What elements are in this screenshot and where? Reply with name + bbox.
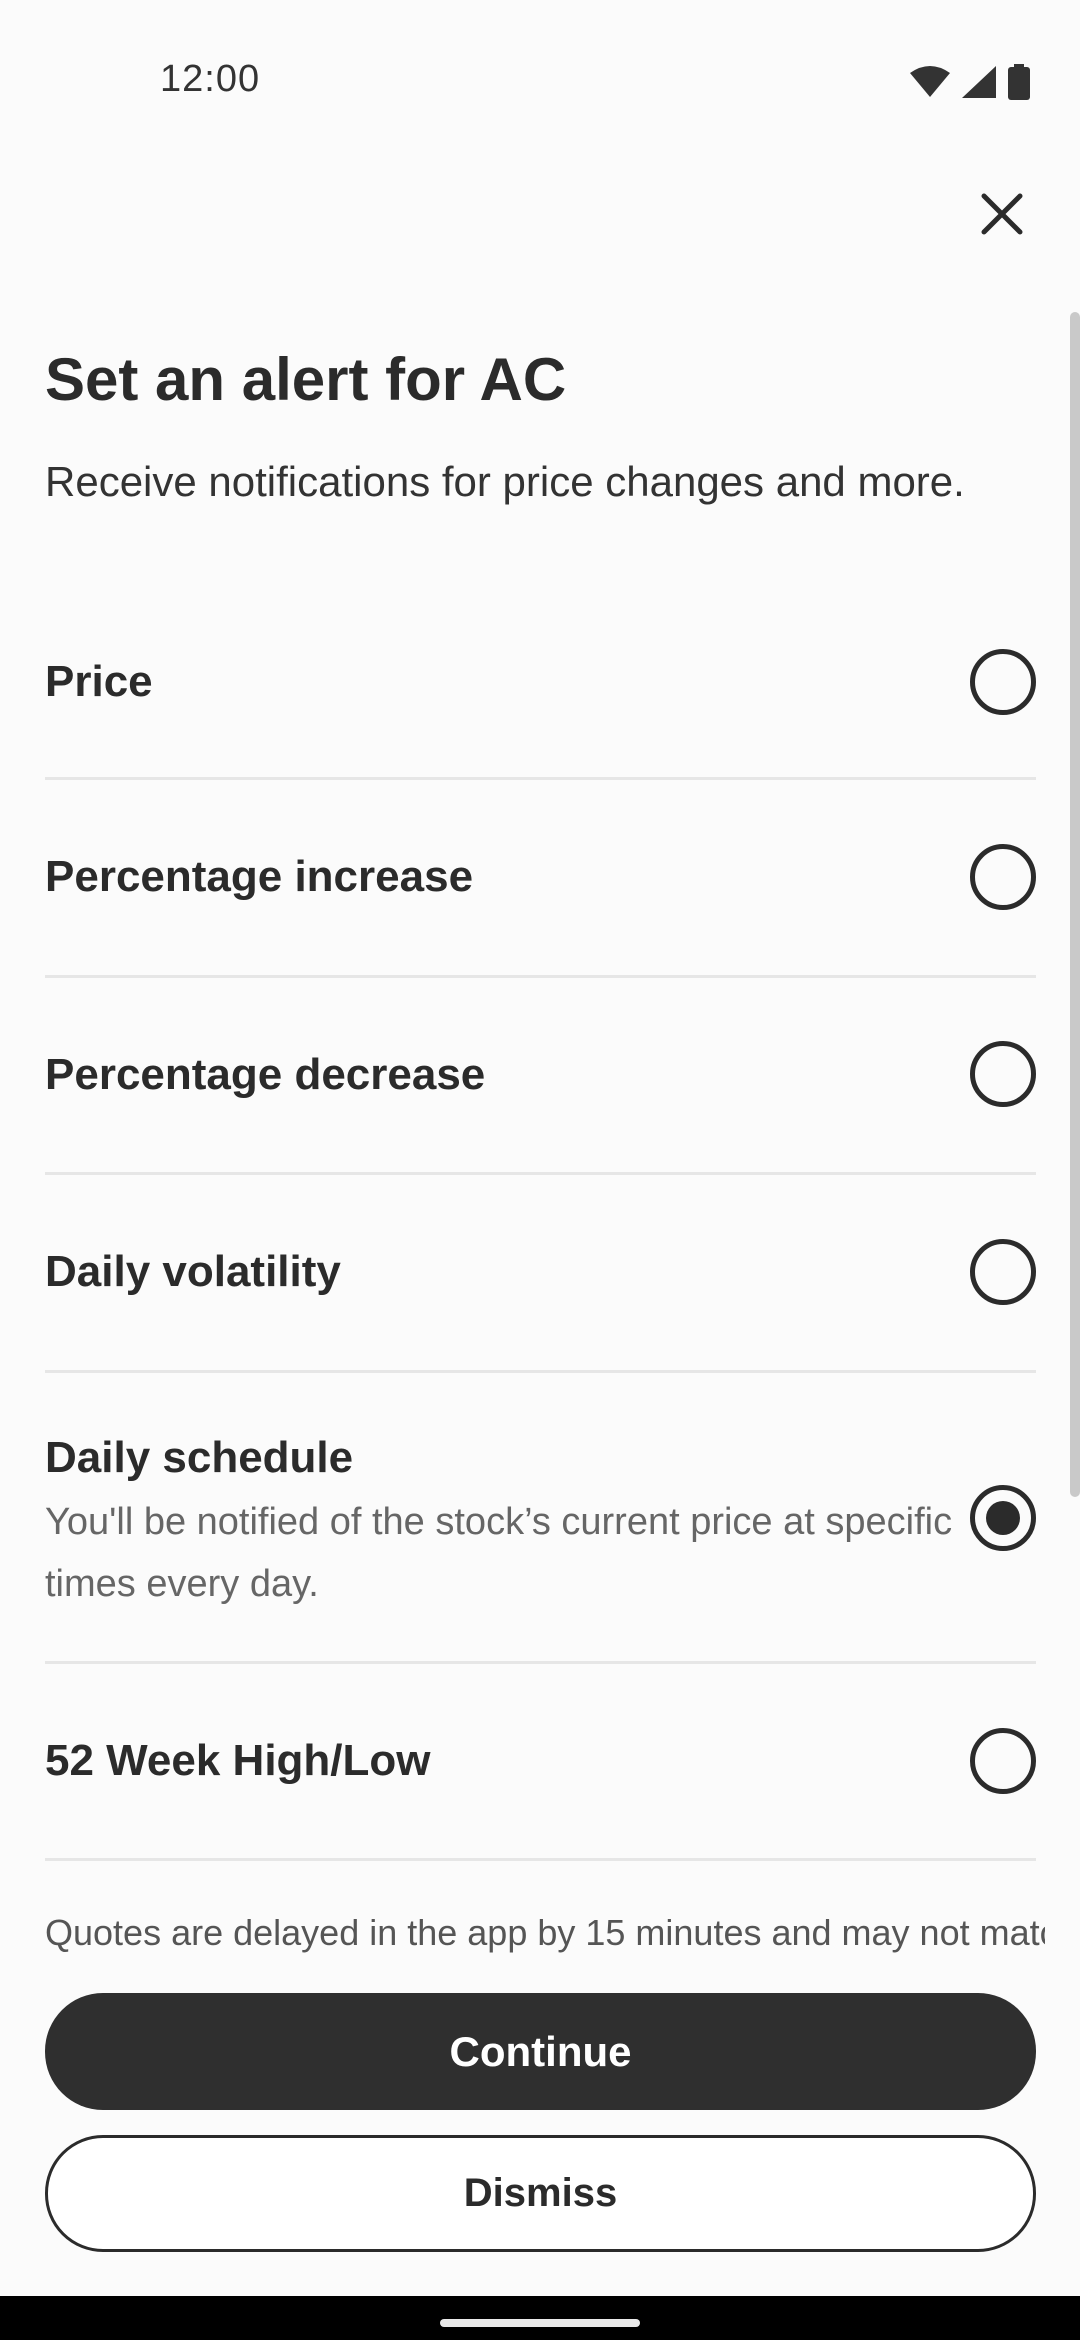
navigation-bar <box>0 2296 1080 2340</box>
page-title: Set an alert for AC <box>45 346 567 413</box>
radio-52-week-high-low[interactable] <box>970 1728 1036 1794</box>
option-label: Percentage decrease <box>45 1050 486 1099</box>
status-time: 12:00 <box>160 58 261 100</box>
radio-daily-volatility[interactable] <box>970 1239 1036 1305</box>
alert-screen: 12:00 Set an alert for AC Receive notifi… <box>0 0 1080 2340</box>
status-icons <box>910 64 1030 105</box>
battery-icon <box>1008 64 1030 105</box>
option-description: You'll be notified of the stock’s curren… <box>45 1501 953 1605</box>
wifi-icon <box>910 66 950 103</box>
radio-price[interactable] <box>970 649 1036 715</box>
close-button[interactable] <box>972 184 1032 244</box>
dismiss-button[interactable]: Dismiss <box>45 2135 1036 2252</box>
option-price[interactable]: Price <box>45 583 1036 780</box>
option-daily-volatility[interactable]: Daily volatility <box>45 1175 1036 1373</box>
option-daily-schedule[interactable]: Daily schedule You'll be notified of the… <box>45 1373 1036 1664</box>
home-gesture-handle[interactable] <box>440 2319 640 2327</box>
option-52-week-high-low[interactable]: 52 Week High/Low <box>45 1664 1036 1861</box>
option-label: Percentage increase <box>45 852 474 901</box>
continue-button[interactable]: Continue <box>45 1993 1036 2110</box>
page-subtitle: Receive notifications for price changes … <box>45 458 965 505</box>
option-label: Daily volatility <box>45 1247 341 1296</box>
radio-percentage-increase[interactable] <box>970 844 1036 910</box>
option-percentage-increase[interactable]: Percentage increase <box>45 780 1036 978</box>
option-percentage-decrease[interactable]: Percentage decrease <box>45 978 1036 1175</box>
option-label: 52 Week High/Low <box>45 1736 431 1785</box>
radio-percentage-decrease[interactable] <box>970 1041 1036 1107</box>
option-label: Price <box>45 657 153 706</box>
scrollbar[interactable] <box>1070 312 1080 1497</box>
status-bar: 12:00 <box>0 0 1080 130</box>
option-label: Daily schedule <box>45 1433 354 1482</box>
quotes-delay-note: Quotes are delayed in the app by 15 minu… <box>45 1912 1045 1953</box>
radio-daily-schedule[interactable] <box>970 1485 1036 1551</box>
close-icon <box>981 193 1023 235</box>
alert-options-list: Price Percentage increase Percentage dec… <box>45 583 1036 1861</box>
option-text: Daily schedule You'll be notified of the… <box>45 1433 955 1615</box>
signal-icon <box>962 66 996 103</box>
